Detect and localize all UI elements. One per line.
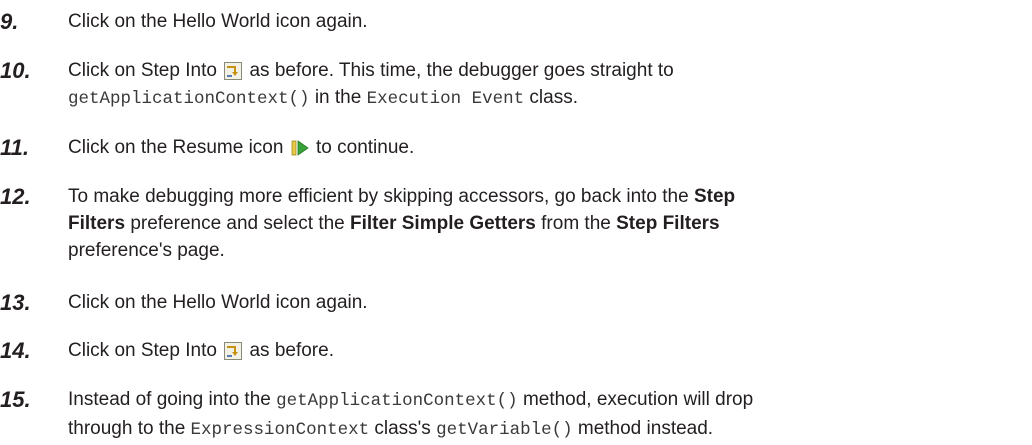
step-number: 13.: [0, 290, 31, 315]
step-number: 10.: [0, 58, 31, 83]
document-page: 9. Click on the Hello World icon again. …: [0, 0, 1032, 445]
step-text: To make debugging more efficient by skip…: [68, 186, 736, 261]
step-number: 11.: [0, 135, 29, 160]
step-text: Click on Step Into as before.: [68, 340, 334, 361]
resume-icon: [291, 140, 309, 156]
step-text: Instead of going into the getApplication…: [68, 389, 754, 440]
step-number: 9.: [0, 9, 19, 34]
step-into-icon: [224, 62, 243, 80]
step-number: 14.: [0, 338, 31, 363]
step-text: Click on Step Into as before. This time,…: [68, 60, 674, 109]
step-text: Click on the Hello World icon again.: [68, 11, 368, 32]
step-text: Click on the Resume icon to continue.: [68, 137, 415, 158]
step-text: Click on the Hello World icon again.: [68, 292, 368, 313]
step-number: 12.: [0, 184, 31, 209]
step-into-icon: [224, 342, 243, 360]
step-number: 15.: [0, 387, 31, 412]
